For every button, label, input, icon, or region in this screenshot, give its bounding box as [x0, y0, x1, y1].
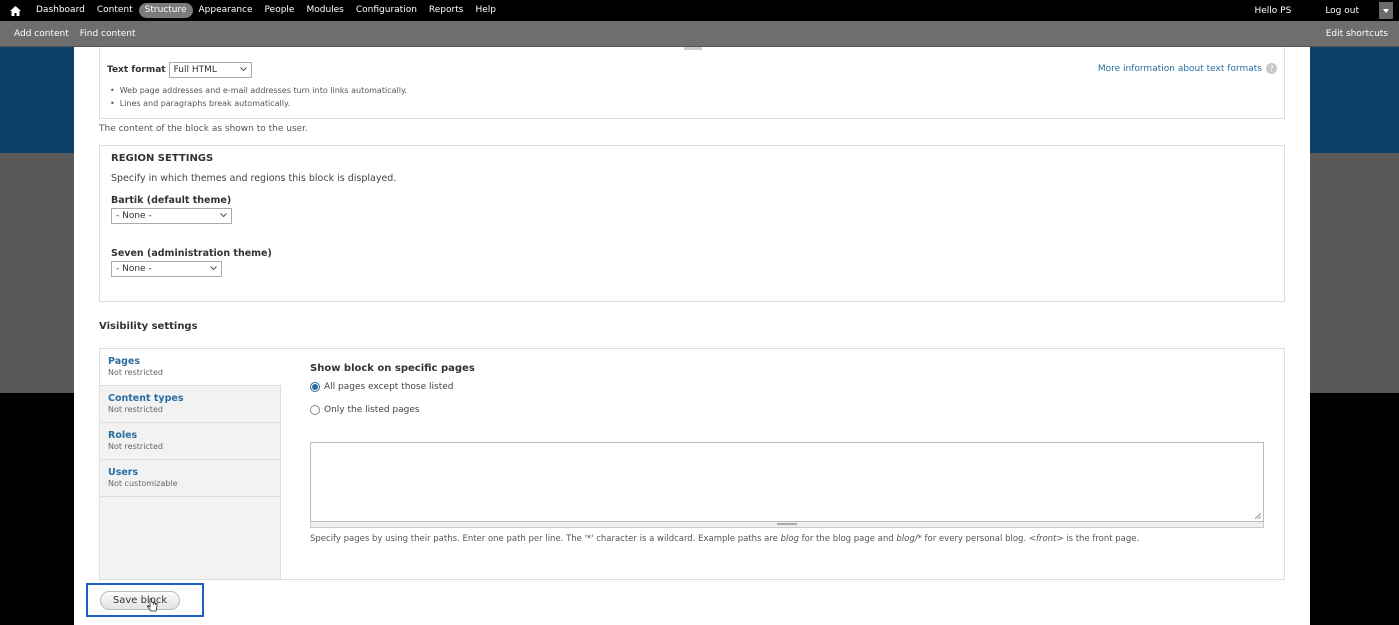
username-link[interactable]: PS [1280, 6, 1291, 16]
resize-corner-icon [1255, 513, 1261, 519]
menu-item-structure[interactable]: Structure [138, 3, 193, 18]
visibility-settings-title: Visibility settings [99, 321, 198, 332]
chevron-down-icon [1383, 8, 1389, 13]
region-settings-description: Specify in which themes and regions this… [111, 173, 397, 184]
menu-item-modules[interactable]: Modules [300, 3, 349, 18]
add-content-link[interactable]: Add content [14, 29, 69, 39]
seven-region-label: Seven (administration theme) [111, 248, 272, 259]
find-content-link[interactable]: Find content [80, 29, 136, 39]
admin-toolbar: Dashboard Content Structure Appearance P… [0, 0, 1399, 21]
radio-only-listed-pages[interactable]: Only the listed pages [310, 405, 420, 415]
tab-title: Content types [108, 393, 184, 404]
pages-pane: Show block on specific pages All pages e… [310, 349, 1270, 579]
seven-region-select[interactable]: - None - [111, 261, 222, 277]
save-button-highlight: Save block [86, 583, 204, 617]
menu-item-configuration[interactable]: Configuration [350, 3, 423, 18]
text-format-label: Text format [107, 65, 166, 75]
mouse-cursor-icon [147, 598, 158, 612]
bartik-region-select[interactable]: - None - [111, 208, 232, 224]
radio-button[interactable] [310, 405, 320, 415]
menu-item-help[interactable]: Help [469, 3, 502, 18]
block-body-description: The content of the block as shown to the… [99, 124, 308, 134]
tab-title: Users [108, 467, 139, 478]
bartik-region-value: - None - [116, 211, 152, 221]
block-form-overlay: Text format Full HTML Web page addresses… [74, 47, 1310, 625]
tab-content-types[interactable]: Content types Not restricted [100, 386, 280, 423]
logout-link[interactable]: Log out [1325, 6, 1359, 16]
tab-pages[interactable]: Pages Not restricted [100, 349, 281, 386]
svg-text:?: ? [1269, 64, 1273, 73]
tab-summary: Not restricted [108, 368, 163, 377]
menu-item-dashboard[interactable]: Dashboard [30, 3, 91, 18]
region-settings-title: REGION SETTINGS [111, 153, 214, 164]
chevron-down-icon [220, 213, 227, 218]
menu-item-appearance[interactable]: Appearance [193, 3, 259, 18]
format-tip: Web page addresses and e-mail addresses … [110, 84, 407, 97]
text-format-value: Full HTML [173, 65, 217, 75]
seven-region-value: - None - [116, 264, 152, 274]
tab-roles[interactable]: Roles Not restricted [100, 423, 280, 460]
vertical-tabs: Pages Not restricted Content types Not r… [100, 349, 281, 579]
radio-label: All pages except those listed [324, 382, 454, 392]
shortcuts-bar: Add content Find content Edit shortcuts [0, 21, 1399, 47]
greeting-text: Hello [1254, 5, 1278, 16]
home-icon[interactable] [0, 0, 30, 21]
save-block-button[interactable]: Save block [100, 591, 180, 610]
show-block-title: Show block on specific pages [310, 363, 475, 374]
menu-item-reports[interactable]: Reports [423, 3, 470, 18]
radio-all-pages-except[interactable]: All pages except those listed [310, 382, 453, 392]
tab-users[interactable]: Users Not customizable [100, 460, 280, 497]
text-format-select[interactable]: Full HTML [168, 62, 252, 78]
toolbar-menu: Dashboard Content Structure Appearance P… [30, 0, 502, 21]
visibility-settings-panel: Pages Not restricted Content types Not r… [99, 348, 1285, 580]
tab-title: Pages [108, 356, 141, 367]
text-format-wrapper: Text format Full HTML Web page addresses… [99, 47, 1285, 119]
tab-summary: Not customizable [108, 479, 178, 488]
edit-shortcuts-link[interactable]: Edit shortcuts [1326, 29, 1388, 39]
radio-button[interactable] [310, 382, 320, 392]
chevron-down-icon [239, 67, 247, 72]
help-icon[interactable]: ? [1266, 63, 1277, 74]
menu-item-content[interactable]: Content [91, 3, 139, 18]
pages-textarea[interactable] [310, 442, 1264, 522]
menu-item-people[interactable]: People [259, 3, 301, 18]
more-info-text-formats-link[interactable]: More information about text formats [1098, 64, 1262, 74]
text-format-tips: Web page addresses and e-mail addresses … [110, 84, 407, 110]
greeting: Hello PS [1254, 6, 1291, 16]
shortcuts-toggle-button[interactable] [1379, 2, 1393, 19]
tab-title: Roles [108, 430, 138, 441]
format-tip: Lines and paragraphs break automatically… [110, 97, 407, 110]
textarea-grippie[interactable] [310, 522, 1264, 528]
pages-description: Specify pages by using their paths. Ente… [310, 534, 1140, 544]
chevron-down-icon [210, 266, 217, 271]
region-settings-fieldset: REGION SETTINGS Specify in which themes … [99, 145, 1285, 302]
radio-label: Only the listed pages [324, 405, 420, 415]
tab-summary: Not restricted [108, 405, 163, 414]
tab-summary: Not restricted [108, 442, 163, 451]
bartik-region-label: Bartik (default theme) [111, 195, 232, 206]
